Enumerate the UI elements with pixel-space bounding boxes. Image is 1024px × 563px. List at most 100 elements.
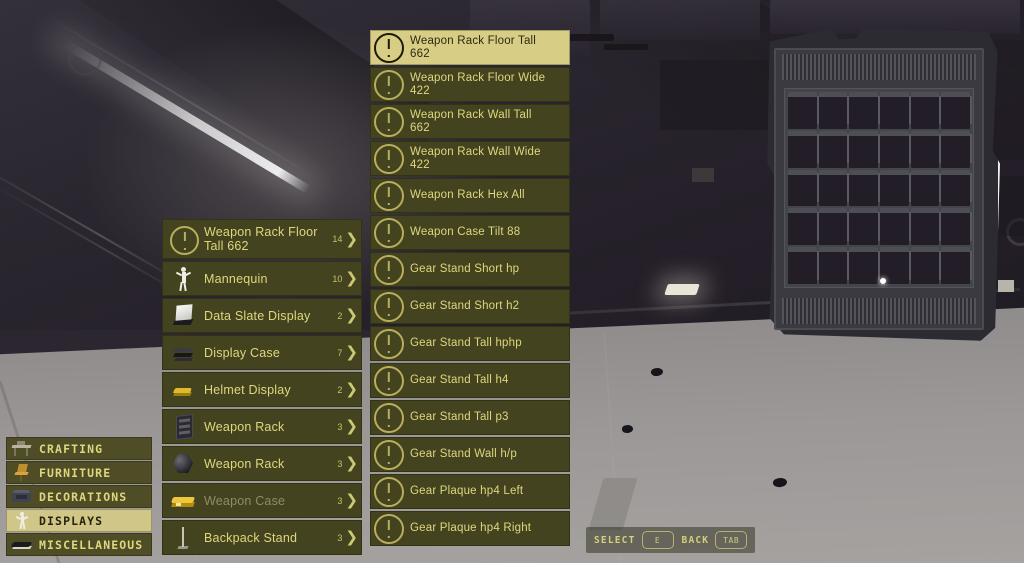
variant-row[interactable]: Gear Stand Tall h4 xyxy=(370,363,570,398)
variant-row[interactable]: Weapon Rack Floor Wide 422 xyxy=(370,67,570,102)
stand-icon xyxy=(168,524,198,552)
display-case-icon xyxy=(168,339,198,367)
ghost-vent-bottom xyxy=(782,298,976,324)
ghost-slot xyxy=(910,169,941,207)
variant-row[interactable]: Gear Plaque hp4 Right xyxy=(370,511,570,546)
item-count: 3 xyxy=(337,532,343,543)
warning-icon xyxy=(374,476,404,507)
variant-label: Gear Stand Tall h4 xyxy=(410,374,509,386)
back-keycap[interactable]: TAB xyxy=(715,531,748,549)
helmet-icon xyxy=(168,376,198,404)
category-row-miscellaneous[interactable]: MISCELLANEOUS xyxy=(6,533,152,556)
ceiling-light-fixture xyxy=(664,284,700,295)
item-row[interactable]: Backpack Stand 3 ❯ xyxy=(162,520,362,555)
slab-icon xyxy=(10,535,34,554)
category-label: MISCELLANEOUS xyxy=(39,537,144,552)
variant-row[interactable]: Weapon Rack Hex All xyxy=(370,178,570,213)
chevron-right-icon[interactable]: ❯ xyxy=(345,493,358,508)
chevron-right-icon[interactable]: ❯ xyxy=(345,382,358,397)
item-row[interactable]: Weapon Rack 3 ❯ xyxy=(162,446,362,481)
item-count: 14 xyxy=(332,234,343,244)
category-row-displays[interactable]: DISPLAYS xyxy=(6,509,152,532)
warning-icon xyxy=(374,291,404,322)
ghost-slot xyxy=(818,247,849,284)
placement-anchor-dot xyxy=(880,278,886,284)
item-count: 2 xyxy=(337,384,343,395)
warning-icon xyxy=(374,328,404,359)
variant-row[interactable]: Gear Plaque hp4 Left xyxy=(370,474,570,509)
variant-label: Weapon Case Tilt 88 xyxy=(410,226,521,238)
item-label: Data Slate Display xyxy=(204,308,311,323)
variant-row[interactable]: Weapon Case Tilt 88 xyxy=(370,215,570,250)
chevron-right-icon[interactable]: ❯ xyxy=(345,530,358,545)
item-row[interactable]: Weapon Rack Floor Tall 662 14 ❯ xyxy=(162,219,362,259)
item-label: Weapon Rack xyxy=(204,419,285,434)
item-list[interactable]: Weapon Rack Floor Tall 662 14 ❯ Mannequin 10… xyxy=(162,219,362,555)
item-count: 3 xyxy=(337,458,343,469)
ghost-slot xyxy=(849,208,880,246)
ghost-slot xyxy=(910,247,941,284)
item-row[interactable]: Helmet Display 2 ❯ xyxy=(162,372,362,407)
variant-row[interactable]: Weapon Rack Floor Tall 662 xyxy=(370,30,570,65)
item-count: 10 xyxy=(332,273,343,284)
wall-machinery xyxy=(692,168,714,182)
ceiling-panel xyxy=(600,0,760,40)
item-label: Display Case xyxy=(204,345,281,360)
game-screen: Weapon Rack Floor Tall 662 Weapon Rack Fl… xyxy=(0,0,1024,563)
item-row[interactable]: Display Case 7 ❯ xyxy=(162,335,362,370)
category-row-furniture[interactable]: FURNITURE xyxy=(6,461,152,484)
back-label: BACK xyxy=(681,534,710,546)
variant-row[interactable]: Gear Stand Wall h/p xyxy=(370,437,570,472)
variant-row[interactable]: Gear Stand Short h2 xyxy=(370,289,570,324)
ghost-slot xyxy=(818,130,849,168)
ghost-slot xyxy=(879,130,911,168)
warning-icon xyxy=(374,69,404,100)
item-label: Weapon Case xyxy=(204,493,286,508)
item-row[interactable]: Weapon Rack 3 ❯ xyxy=(162,409,362,444)
variant-row[interactable]: Weapon Rack Wall Tall 662 xyxy=(370,104,570,139)
item-label: Mannequin xyxy=(204,271,268,286)
warning-icon xyxy=(374,32,404,63)
ghost-slot xyxy=(849,130,880,168)
variant-label: Gear Stand Short hp xyxy=(410,263,520,275)
ghost-slot xyxy=(910,208,941,246)
item-row[interactable]: Weapon Case 3 ❯ xyxy=(162,483,362,518)
chevron-right-icon[interactable]: ❯ xyxy=(345,231,358,247)
variant-label: Gear Stand Wall h/p xyxy=(410,448,517,460)
hint-select: SELECT E xyxy=(594,531,674,549)
variant-label: Weapon Rack Floor Wide 422 xyxy=(410,71,546,97)
item-row[interactable]: Data Slate Display 2 ❯ xyxy=(162,298,362,333)
variant-list[interactable]: Weapon Rack Floor Tall 662 Weapon Rack Fl… xyxy=(370,30,570,546)
item-count: 2 xyxy=(337,310,343,321)
chevron-right-icon[interactable]: ❯ xyxy=(345,308,358,323)
variant-label: Gear Stand Tall p3 xyxy=(410,411,509,423)
hex-rack-icon xyxy=(168,450,198,478)
item-count: 3 xyxy=(337,421,343,432)
variant-label: Weapon Rack Wall Tall 662 xyxy=(410,108,532,134)
item-label: Backpack Stand xyxy=(204,530,298,545)
ghost-slot xyxy=(879,208,911,246)
variant-row[interactable]: Gear Stand Tall p3 xyxy=(370,400,570,435)
chevron-right-icon[interactable]: ❯ xyxy=(345,345,358,360)
category-row-decorations[interactable]: DECORATIONS xyxy=(6,485,152,508)
chevron-right-icon[interactable]: ❯ xyxy=(345,271,358,286)
variant-row[interactable]: Gear Stand Short hp xyxy=(370,252,570,287)
category-row-crafting[interactable]: CRAFTING xyxy=(6,437,152,460)
ghost-slot xyxy=(818,208,849,246)
ghost-slot xyxy=(788,169,819,207)
ghost-slot xyxy=(941,92,972,129)
category-label: CRAFTING xyxy=(39,441,104,456)
workbench-icon xyxy=(10,439,34,458)
chevron-right-icon[interactable]: ❯ xyxy=(345,419,358,434)
ghost-slot xyxy=(879,92,911,129)
select-keycap[interactable]: E xyxy=(641,531,674,549)
chevron-right-icon[interactable]: ❯ xyxy=(345,456,358,471)
item-row[interactable]: Mannequin 10 ❯ xyxy=(162,261,362,296)
category-list[interactable]: CRAFTING FURNITURE DECORATIONS DISPLAYS MISC… xyxy=(6,437,152,556)
variant-row[interactable]: Weapon Rack Wall Wide 422 xyxy=(370,141,570,176)
control-hints: SELECT E BACK TAB xyxy=(586,527,756,553)
variant-label: Weapon Rack Wall Wide 422 xyxy=(410,145,541,171)
variant-row[interactable]: Gear Stand Tall hphp xyxy=(370,326,570,361)
weapon-case-icon xyxy=(168,487,198,515)
wall-machinery xyxy=(996,176,1024,236)
